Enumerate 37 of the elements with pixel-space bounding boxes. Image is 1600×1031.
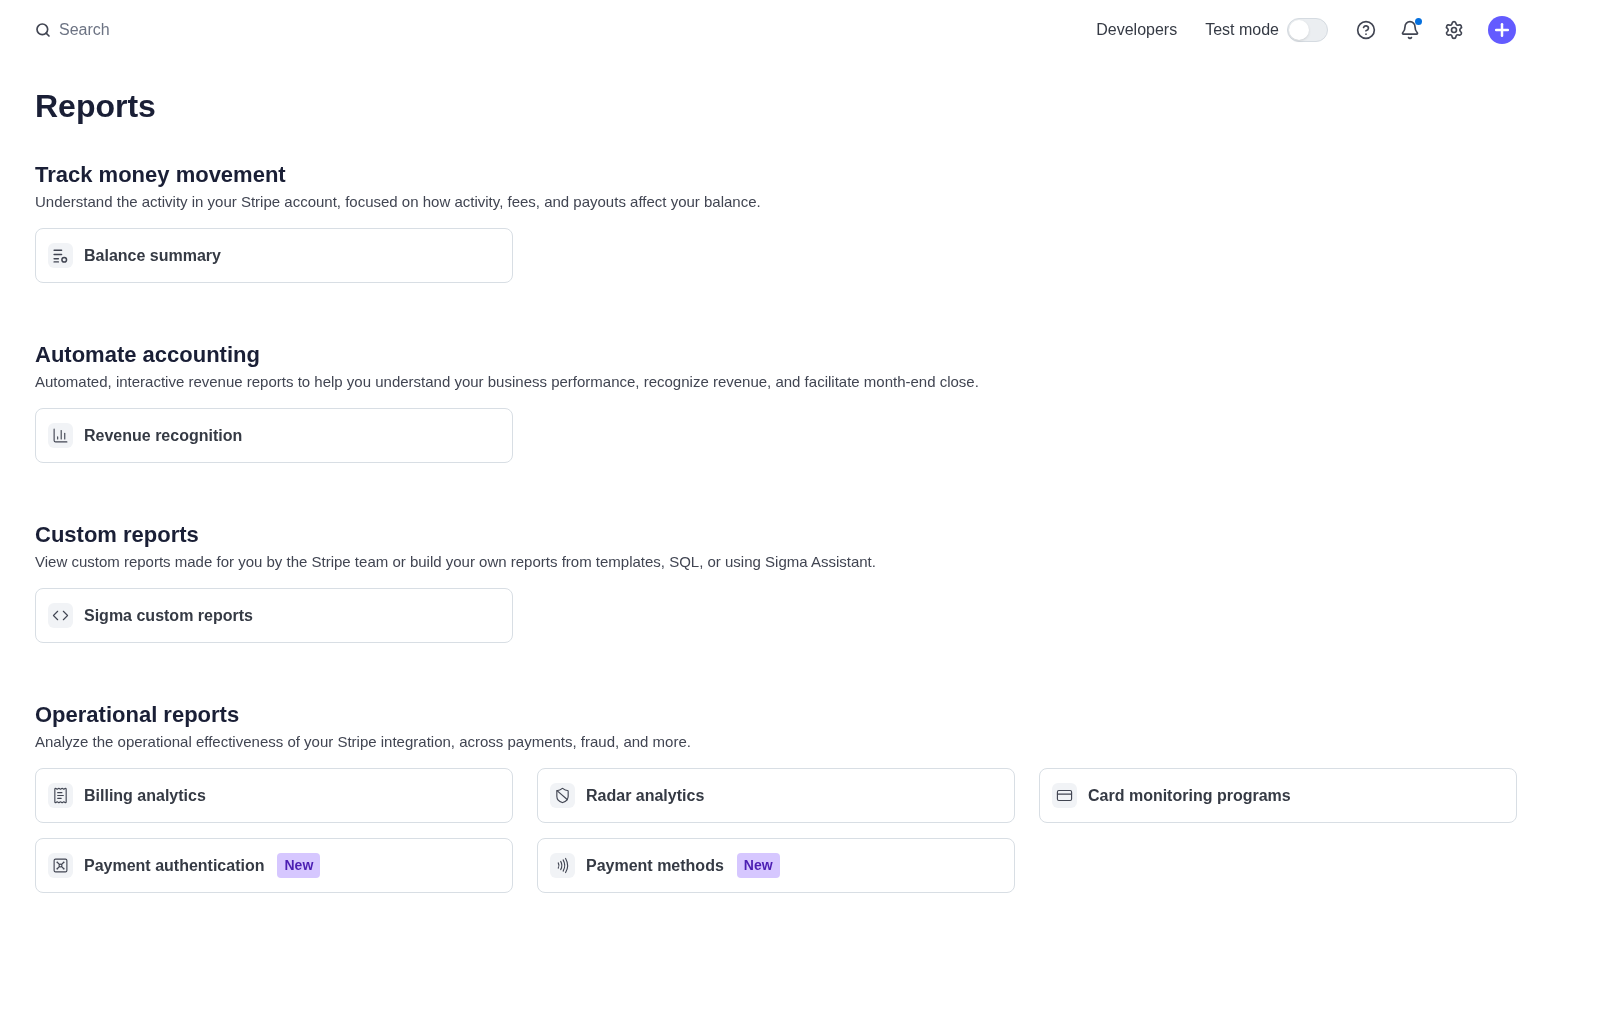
notification-icon[interactable] [1400, 20, 1420, 40]
code-icon [48, 603, 73, 628]
report-card[interactable]: Sigma custom reports [35, 588, 513, 643]
report-card[interactable]: Revenue recognition [35, 408, 513, 463]
report-card[interactable]: Radar analytics [537, 768, 1015, 823]
wireless-icon [550, 853, 575, 878]
help-icon[interactable] [1356, 20, 1376, 40]
search-field[interactable]: Search [59, 18, 309, 42]
section-description: Automated, interactive revenue reports to help you understand your business performance, recognize revenue, and facilitate month-end close. [35, 372, 980, 392]
settings-icon[interactable] [1444, 20, 1464, 40]
page-title: Reports [35, 87, 157, 126]
report-card[interactable]: Payment authentication New [35, 838, 513, 893]
add-button[interactable] [1488, 16, 1516, 44]
section-title: Automate accounting [35, 341, 261, 369]
test-mode-toggle[interactable] [1287, 18, 1328, 42]
bar-chart-icon [48, 423, 73, 448]
new-badge: New [736, 853, 780, 878]
section-title: Track money movement [35, 161, 287, 189]
report-card[interactable]: Payment methods New [537, 838, 1015, 893]
developers-link[interactable]: Developers [1096, 18, 1178, 42]
section-description: View custom reports made for you by the Stripe team or build your own reports from templates, SQL, or using Sigma Assistant. [35, 552, 877, 572]
section-description: Understand the activity in your Stripe account, focused on how activity, fees, and payouts affect your balance. [35, 192, 762, 212]
report-card[interactable]: Billing analytics [35, 768, 513, 823]
section-title: Custom reports [35, 521, 200, 549]
plus-icon [1492, 20, 1512, 40]
credit-card-icon [1052, 783, 1077, 808]
test-mode-label: Test mode [1205, 20, 1279, 40]
section-title: Operational reports [35, 701, 241, 729]
list-icon [48, 243, 73, 268]
report-card[interactable]: Balance summary [35, 228, 513, 283]
section-description: Analyze the operational effectiveness of your Stripe integration, across payments, fraud, and more. [35, 732, 692, 752]
shield-icon [550, 783, 575, 808]
report-card[interactable]: Card monitoring programs [1039, 768, 1517, 823]
safe-icon [48, 853, 73, 878]
receipt-icon [48, 783, 73, 808]
new-badge: New [277, 853, 321, 878]
search-icon [35, 22, 51, 38]
